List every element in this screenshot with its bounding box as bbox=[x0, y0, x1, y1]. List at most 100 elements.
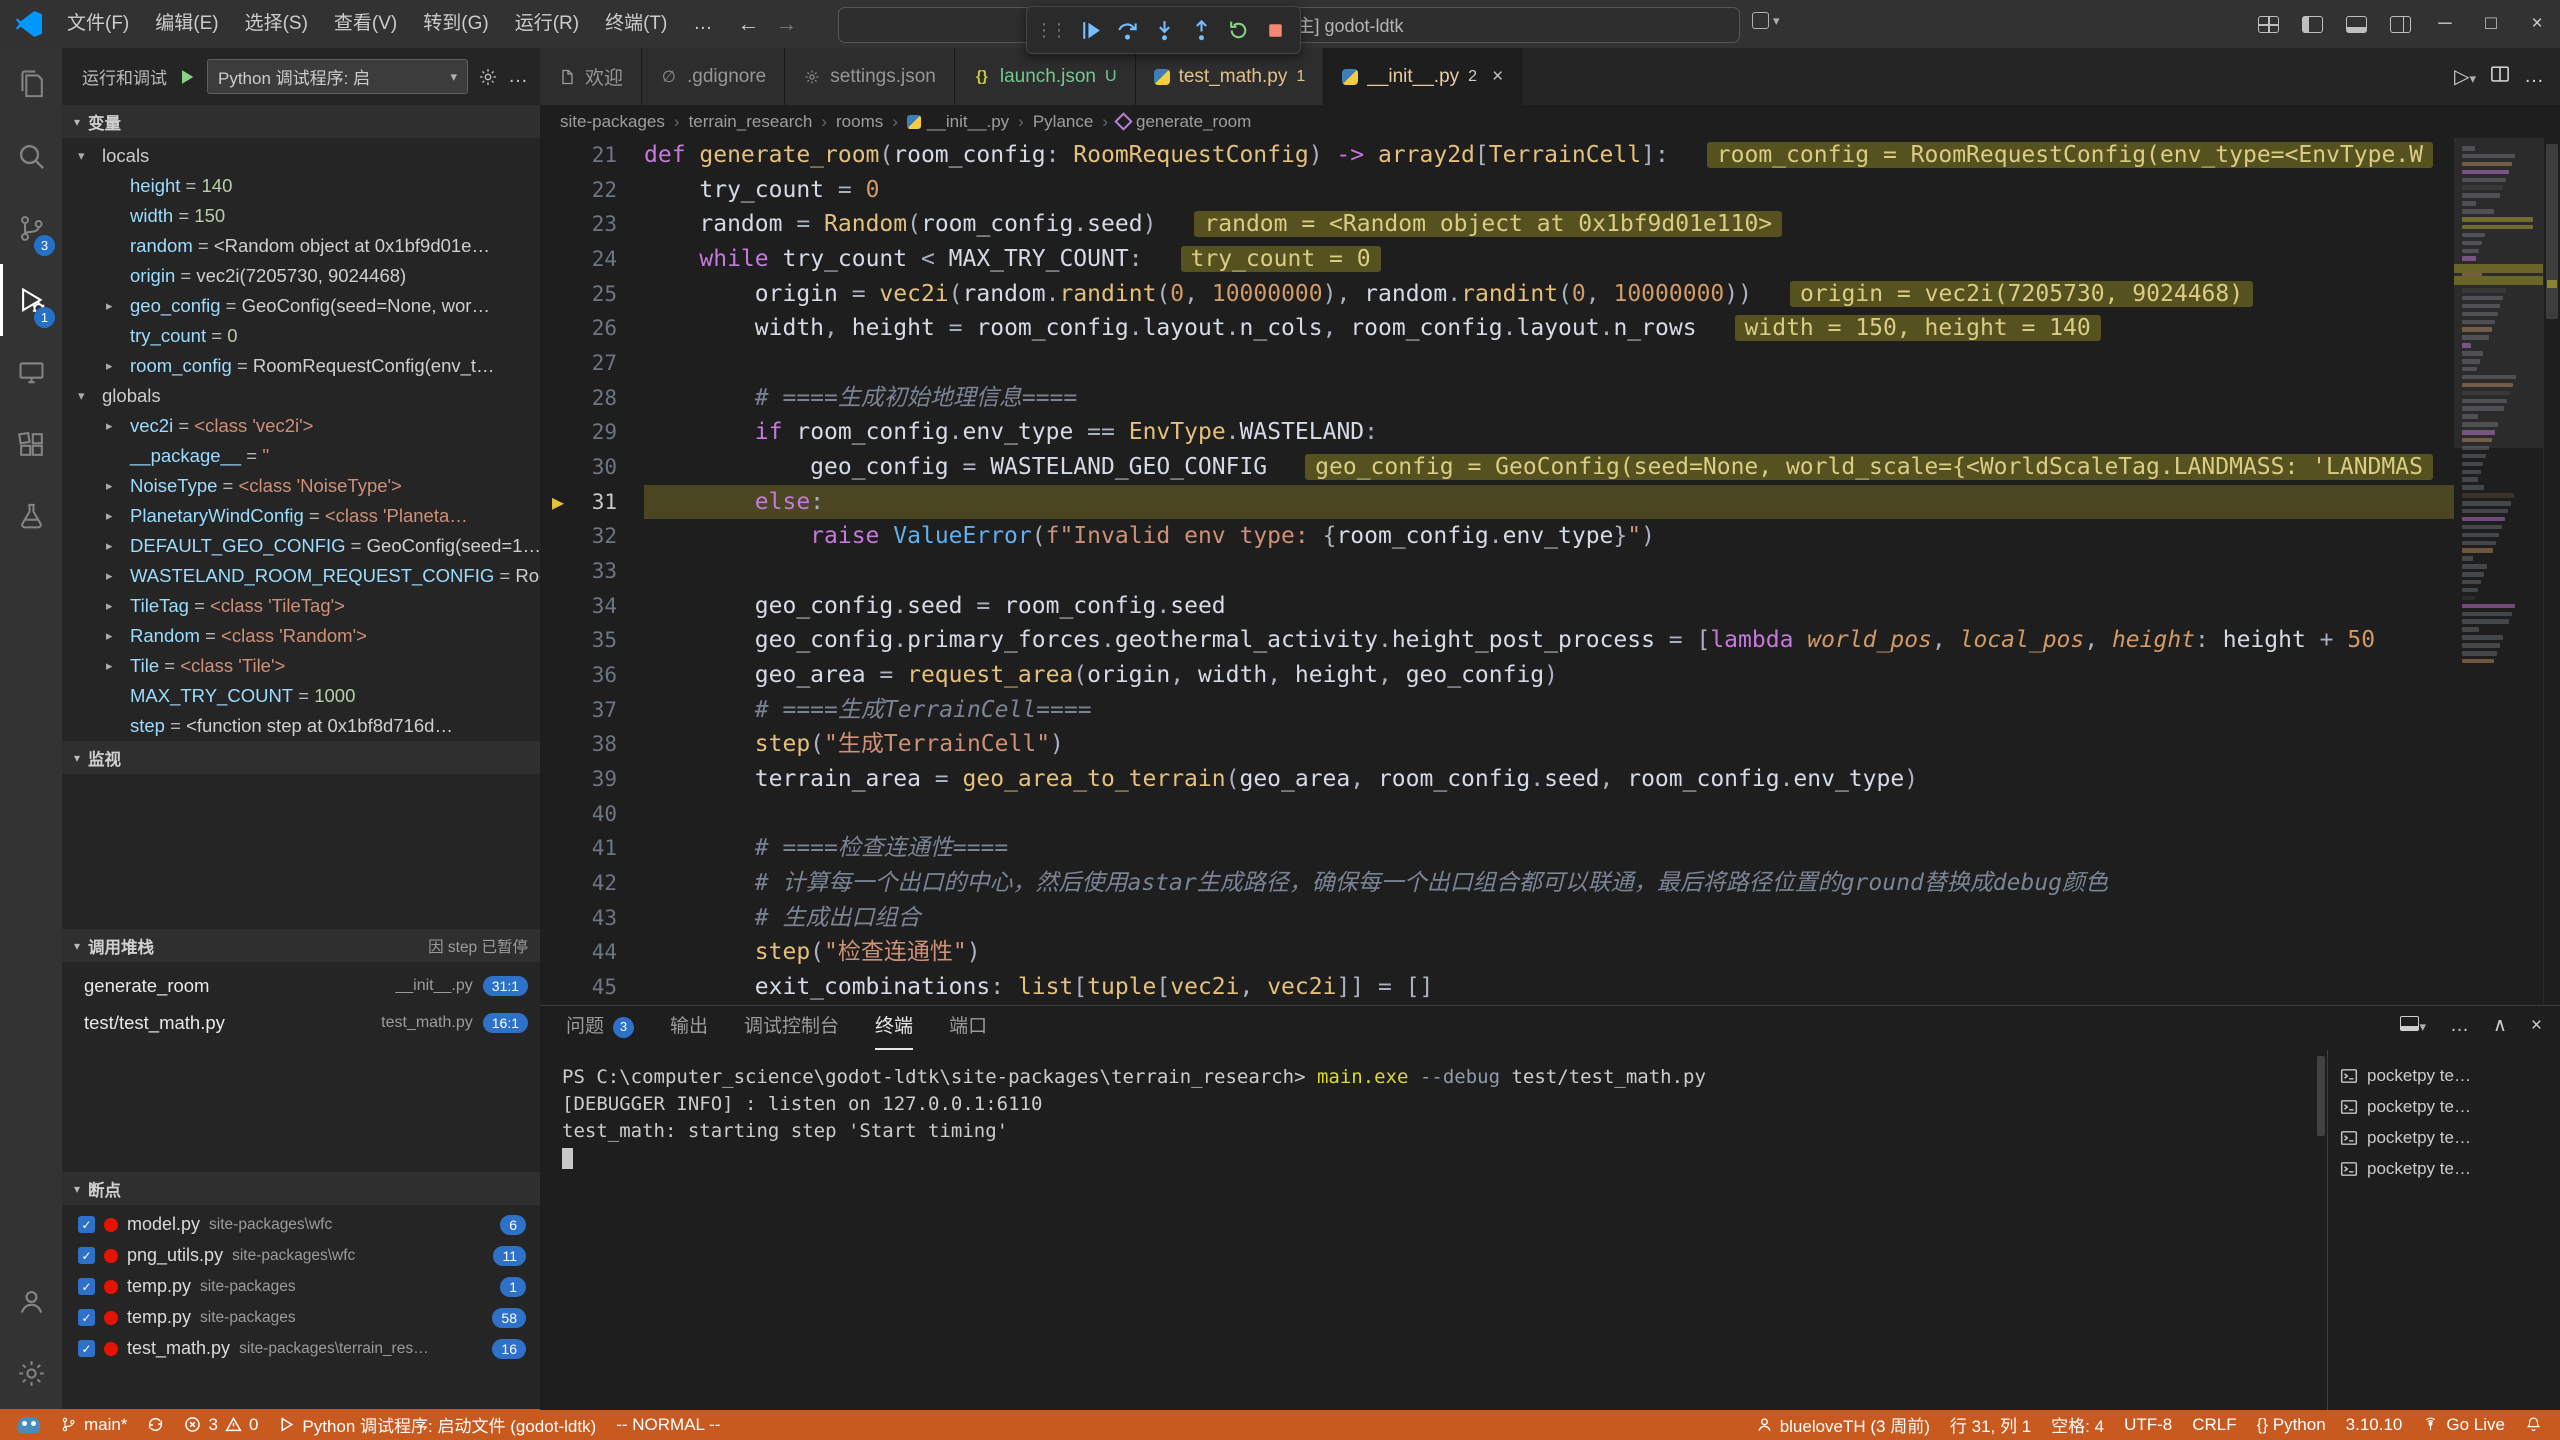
menu-item-2[interactable]: 选择(S) bbox=[232, 0, 321, 48]
line-number[interactable]: 34 bbox=[540, 589, 644, 624]
line-number[interactable]: 37 bbox=[540, 693, 644, 728]
activitybar-explorer[interactable] bbox=[0, 48, 62, 120]
debug-config-select[interactable]: Python 调试程序: 启▾ bbox=[207, 59, 468, 94]
breadcrumb-item[interactable]: generate_room bbox=[1117, 112, 1251, 132]
status-encoding[interactable]: UTF-8 bbox=[2114, 1409, 2182, 1440]
breakpoint-row[interactable]: ✓temp.pysite-packages58 bbox=[62, 1302, 540, 1333]
code-line[interactable]: 28 # ====生成初始地理信息==== bbox=[540, 381, 2454, 416]
scrollbar-thumb[interactable] bbox=[2546, 144, 2558, 319]
variable-row[interactable]: ▸PlanetaryWindConfig = <class 'Planeta… bbox=[62, 501, 540, 531]
tab-.gdignore[interactable]: ∅.gdignore bbox=[642, 48, 785, 105]
code-line[interactable]: 30 geo_config = WASTELAND_GEO_CONFIGgeo_… bbox=[540, 450, 2454, 485]
line-number[interactable]: 41 bbox=[540, 831, 644, 866]
menu-item-3[interactable]: 查看(V) bbox=[321, 0, 410, 48]
step-over-button[interactable] bbox=[1110, 13, 1144, 47]
code-line[interactable]: 29 if room_config.env_type == EnvType.WA… bbox=[540, 415, 2454, 450]
status-indentation[interactable]: 空格: 4 bbox=[2041, 1409, 2114, 1440]
activitybar-accounts[interactable] bbox=[0, 1265, 62, 1337]
menu-item-0[interactable]: 文件(F) bbox=[54, 0, 142, 48]
code-line[interactable]: 35 geo_config.primary_forces.geothermal_… bbox=[540, 623, 2454, 658]
breadcrumb-item[interactable]: __init__.py bbox=[907, 112, 1009, 132]
variables-section-header[interactable]: ▾ 变量 bbox=[62, 105, 540, 138]
watch-section-header[interactable]: ▾ 监视 bbox=[62, 741, 540, 774]
minimize-button[interactable]: ─ bbox=[2422, 0, 2468, 48]
line-number[interactable]: 40 bbox=[540, 797, 644, 832]
terminal-instance[interactable]: pocketpy te… bbox=[2328, 1122, 2560, 1153]
line-number[interactable]: 32 bbox=[540, 519, 644, 554]
checkbox-checked-icon[interactable]: ✓ bbox=[78, 1247, 95, 1264]
callstack-frame[interactable]: test/test_math.pytest_math.py16:1 bbox=[62, 1004, 540, 1041]
toggle-secondary-sidebar-icon[interactable] bbox=[2378, 0, 2422, 48]
code-line[interactable]: 36 geo_area = request_area(origin, width… bbox=[540, 658, 2454, 693]
variable-row[interactable]: ▸vec2i = <class 'vec2i'> bbox=[62, 411, 540, 441]
breadcrumb-item[interactable]: Pylance bbox=[1033, 112, 1093, 132]
code-line[interactable]: 27 bbox=[540, 346, 2454, 381]
code-line[interactable]: 41 # ====检查连通性==== bbox=[540, 831, 2454, 866]
code-line[interactable]: 21def generate_room(room_config: RoomReq… bbox=[540, 138, 2454, 173]
activitybar-run-and-debug[interactable]: 1 bbox=[0, 264, 62, 336]
menu-item-4[interactable]: 转到(G) bbox=[410, 0, 501, 48]
line-number[interactable]: 21 bbox=[540, 138, 644, 173]
panel-close-icon[interactable]: × bbox=[2531, 1015, 2542, 1037]
code-line[interactable]: 25 origin = vec2i(random.randint(0, 1000… bbox=[540, 277, 2454, 312]
line-number[interactable]: 38 bbox=[540, 727, 644, 762]
editor-scrollbar[interactable] bbox=[2543, 138, 2560, 1005]
tab-欢迎[interactable]: 欢迎 bbox=[540, 48, 642, 105]
nav-forward-icon[interactable]: → bbox=[775, 11, 797, 37]
activitybar-source-control[interactable]: 3 bbox=[0, 192, 62, 264]
status-blame[interactable]: blueloveTH (3 周前) bbox=[1746, 1409, 1940, 1440]
variables-scope-globals[interactable]: ▾globals bbox=[62, 381, 540, 411]
line-number[interactable]: 33 bbox=[540, 554, 644, 589]
panel-tab-问题[interactable]: 问题3 bbox=[566, 1006, 634, 1050]
panel-more-icon[interactable]: … bbox=[2450, 1015, 2469, 1037]
terminal-instance[interactable]: pocketpy te… bbox=[2328, 1060, 2560, 1091]
variable-row[interactable]: ▸Tile = <class 'Tile'> bbox=[62, 651, 540, 681]
checkbox-checked-icon[interactable]: ✓ bbox=[78, 1278, 95, 1295]
code-line[interactable]: 24 while try_count < MAX_TRY_COUNT:try_c… bbox=[540, 242, 2454, 277]
activitybar-remote-explorer[interactable] bbox=[0, 336, 62, 408]
line-number[interactable]: 42 bbox=[540, 866, 644, 901]
variable-row[interactable]: ▸room_config = RoomRequestConfig(env_t… bbox=[62, 351, 540, 381]
line-number[interactable]: 35 bbox=[540, 623, 644, 658]
code-line[interactable]: 33 bbox=[540, 554, 2454, 589]
terminal-instance[interactable]: pocketpy te… bbox=[2328, 1153, 2560, 1184]
stop-button[interactable] bbox=[1258, 13, 1292, 47]
status-godot[interactable] bbox=[8, 1409, 50, 1440]
code-line[interactable]: 26 width, height = room_config.layout.n_… bbox=[540, 311, 2454, 346]
editor-more-icon[interactable]: … bbox=[2524, 65, 2544, 88]
activitybar-search[interactable] bbox=[0, 120, 62, 192]
breakpoint-row[interactable]: ✓png_utils.pysite-packages\wfc11 bbox=[62, 1240, 540, 1271]
status-language[interactable]: {} Python bbox=[2247, 1409, 2336, 1440]
run-python-file-button[interactable]: ▷▾ bbox=[2454, 64, 2476, 89]
variable-row[interactable]: ▸geo_config = GeoConfig(seed=None, wor… bbox=[62, 291, 540, 321]
terminal-scrollbar[interactable] bbox=[2315, 1050, 2327, 1410]
status-debug-config[interactable]: Python 调试程序: 启动文件 (godot-ldtk) bbox=[268, 1409, 606, 1440]
status-notifications[interactable] bbox=[2515, 1409, 2552, 1440]
breadcrumb-item[interactable]: site-packages bbox=[560, 112, 665, 132]
code-line[interactable]: 23 random = Random(room_config.seed)rand… bbox=[540, 207, 2454, 242]
status-vim-mode[interactable]: -- NORMAL -- bbox=[606, 1409, 730, 1440]
panel-tab-调试控制台[interactable]: 调试控制台 bbox=[744, 1006, 839, 1050]
drag-handle-icon[interactable]: ⋮⋮ bbox=[1035, 20, 1065, 41]
close-icon[interactable]: × bbox=[1492, 66, 1503, 88]
variable-row[interactable]: step = <function step at 0x1bf8d716d… bbox=[62, 711, 540, 741]
line-number[interactable]: 24 bbox=[540, 242, 644, 277]
variable-row[interactable]: random = <Random object at 0x1bf9d01e… bbox=[62, 231, 540, 261]
line-number[interactable]: 39 bbox=[540, 762, 644, 797]
code-line[interactable]: ▶31 else: bbox=[540, 485, 2454, 520]
panel-layout-icon[interactable]: ▾ bbox=[2400, 1015, 2426, 1037]
breakpoint-row[interactable]: ✓model.pysite-packages\wfc6 bbox=[62, 1209, 540, 1240]
breakpoint-row[interactable]: ✓test_math.pysite-packages\terrain_res…1… bbox=[62, 1333, 540, 1364]
callstack-section-header[interactable]: ▾ 调用堆栈 因 step 已暂停 bbox=[62, 929, 540, 962]
customize-layout-icon[interactable] bbox=[2246, 0, 2290, 48]
line-number[interactable]: ▶31 bbox=[540, 485, 644, 520]
line-number[interactable]: 43 bbox=[540, 901, 644, 936]
status-branch[interactable]: main* bbox=[50, 1409, 137, 1440]
variable-row[interactable]: __package__ = '' bbox=[62, 441, 540, 471]
nav-back-icon[interactable]: ← bbox=[737, 11, 759, 37]
close-button[interactable]: × bbox=[2514, 0, 2560, 48]
code-line[interactable]: 43 # 生成出口组合 bbox=[540, 901, 2454, 936]
code-line[interactable]: 39 terrain_area = geo_area_to_terrain(ge… bbox=[540, 762, 2454, 797]
breadcrumb-item[interactable]: rooms bbox=[836, 112, 883, 132]
terminal-output[interactable]: PS C:\computer_science\godot-ldtk\site-p… bbox=[540, 1050, 2315, 1410]
